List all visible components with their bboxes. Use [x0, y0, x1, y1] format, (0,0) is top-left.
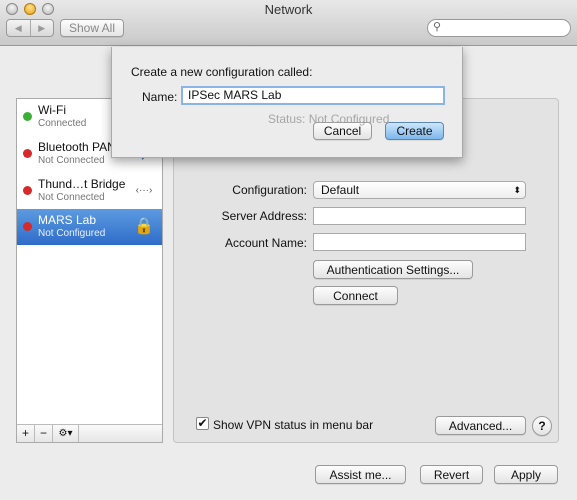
lock-icon: 🔒 [134, 218, 154, 235]
server-address-label: Server Address: [221, 209, 307, 223]
show-vpn-checkbox[interactable]: ✔ [196, 417, 209, 430]
add-service-button[interactable]: + [17, 425, 35, 442]
service-status: Not Connected [38, 155, 105, 166]
service-name: Bluetooth PAN [38, 140, 116, 154]
authentication-settings-button[interactable]: Authentication Settings... [313, 260, 473, 279]
configuration-value: Default [321, 183, 360, 197]
configuration-select[interactable]: Default ⬍ [313, 181, 526, 199]
service-status: Connected [38, 118, 87, 129]
connect-button[interactable]: Connect [313, 286, 398, 305]
remove-service-button[interactable]: − [35, 425, 53, 442]
list-toolbar: + − ⚙▾ [17, 424, 162, 442]
account-name-input[interactable] [313, 233, 526, 251]
create-button[interactable]: Create [385, 122, 444, 140]
service-name: MARS Lab [38, 213, 97, 227]
status-dot [23, 186, 32, 195]
service-thunderbolt-bridge[interactable]: Thund…t Bridge Not Connected ‹···› [17, 173, 162, 209]
chevron-updown-icon: ⬍ [513, 185, 521, 195]
configuration-name-input[interactable]: IPSec MARS Lab [181, 86, 445, 105]
name-label: Name: [142, 90, 178, 104]
apply-button[interactable]: Apply [494, 465, 558, 484]
show-all-button[interactable]: Show All [60, 19, 124, 37]
assist-me-button[interactable]: Assist me... [315, 465, 406, 484]
back-button[interactable]: ◀ [7, 20, 31, 36]
status-dot [23, 222, 32, 231]
status-text: Status: Not Configured [268, 112, 390, 126]
gear-icon[interactable]: ⚙▾ [53, 425, 79, 442]
account-name-label: Account Name: [224, 236, 307, 250]
service-status: Not Connected [38, 192, 105, 203]
server-address-input[interactable] [313, 207, 526, 225]
configuration-label: Configuration: [232, 183, 307, 197]
forward-button[interactable]: ▶ [31, 20, 54, 36]
service-name: Wi-Fi [38, 103, 66, 117]
search-icon: ⚲ [433, 21, 442, 33]
sheet-prompt: Create a new configuration called: [131, 65, 313, 79]
thunderbolt-bridge-icon: ‹···› [135, 185, 153, 196]
nav-segment: ◀ ▶ [6, 19, 54, 37]
show-vpn-label: Show VPN status in menu bar [213, 418, 374, 432]
status-dot [23, 149, 32, 158]
advanced-button[interactable]: Advanced... [435, 416, 526, 435]
help-button[interactable]: ? [532, 416, 552, 436]
search-input[interactable]: ⚲ [427, 19, 571, 37]
window-title: Network [264, 2, 313, 17]
new-configuration-sheet: Create a new configuration called: Name:… [111, 47, 463, 158]
revert-button[interactable]: Revert [420, 465, 483, 484]
service-status: Not Configured [38, 228, 106, 239]
title-bar: Network ◀ ▶ Show All ⚲ [0, 0, 577, 46]
service-name: Thund…t Bridge [38, 177, 126, 191]
service-mars-lab[interactable]: MARS Lab Not Configured 🔒 [17, 209, 162, 245]
status-dot [23, 112, 32, 121]
